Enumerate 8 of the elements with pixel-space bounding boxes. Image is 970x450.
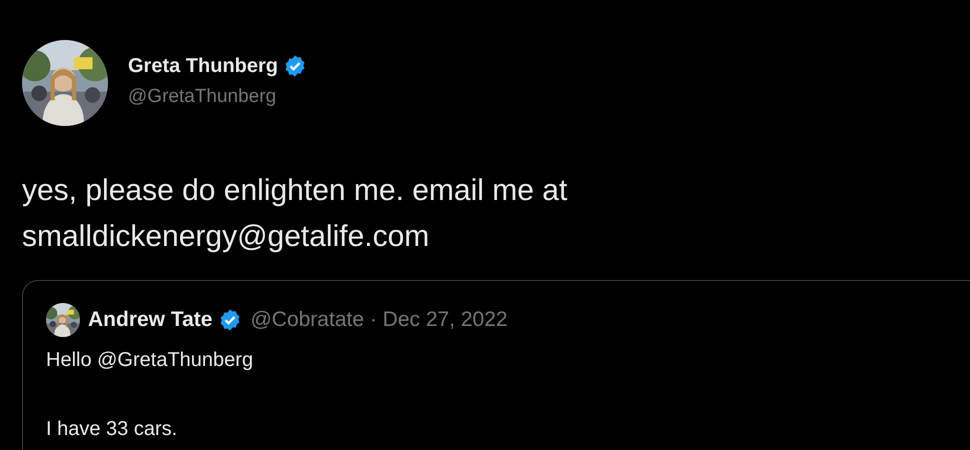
- author-name[interactable]: Greta Thunberg: [128, 54, 278, 78]
- author-handle[interactable]: @GretaThunberg: [128, 86, 308, 108]
- quoted-tweet-card[interactable]: Andrew Tate @Cobratate · Dec 27, 2022 Hello @GretaThunberg I have 33 cars.: [22, 280, 970, 450]
- quoted-tweet-text: Hello @GretaThunberg: [46, 349, 254, 372]
- quoted-byline: @Cobratate · Dec 27, 2022: [250, 308, 508, 332]
- tweet-text: yes, please do enlighten me. email me at smalldickenergy@getalife.com: [22, 173, 568, 255]
- quoted-tweet-text: I have 33 cars.: [46, 418, 178, 441]
- quoted-author-name: Andrew Tate: [88, 308, 212, 332]
